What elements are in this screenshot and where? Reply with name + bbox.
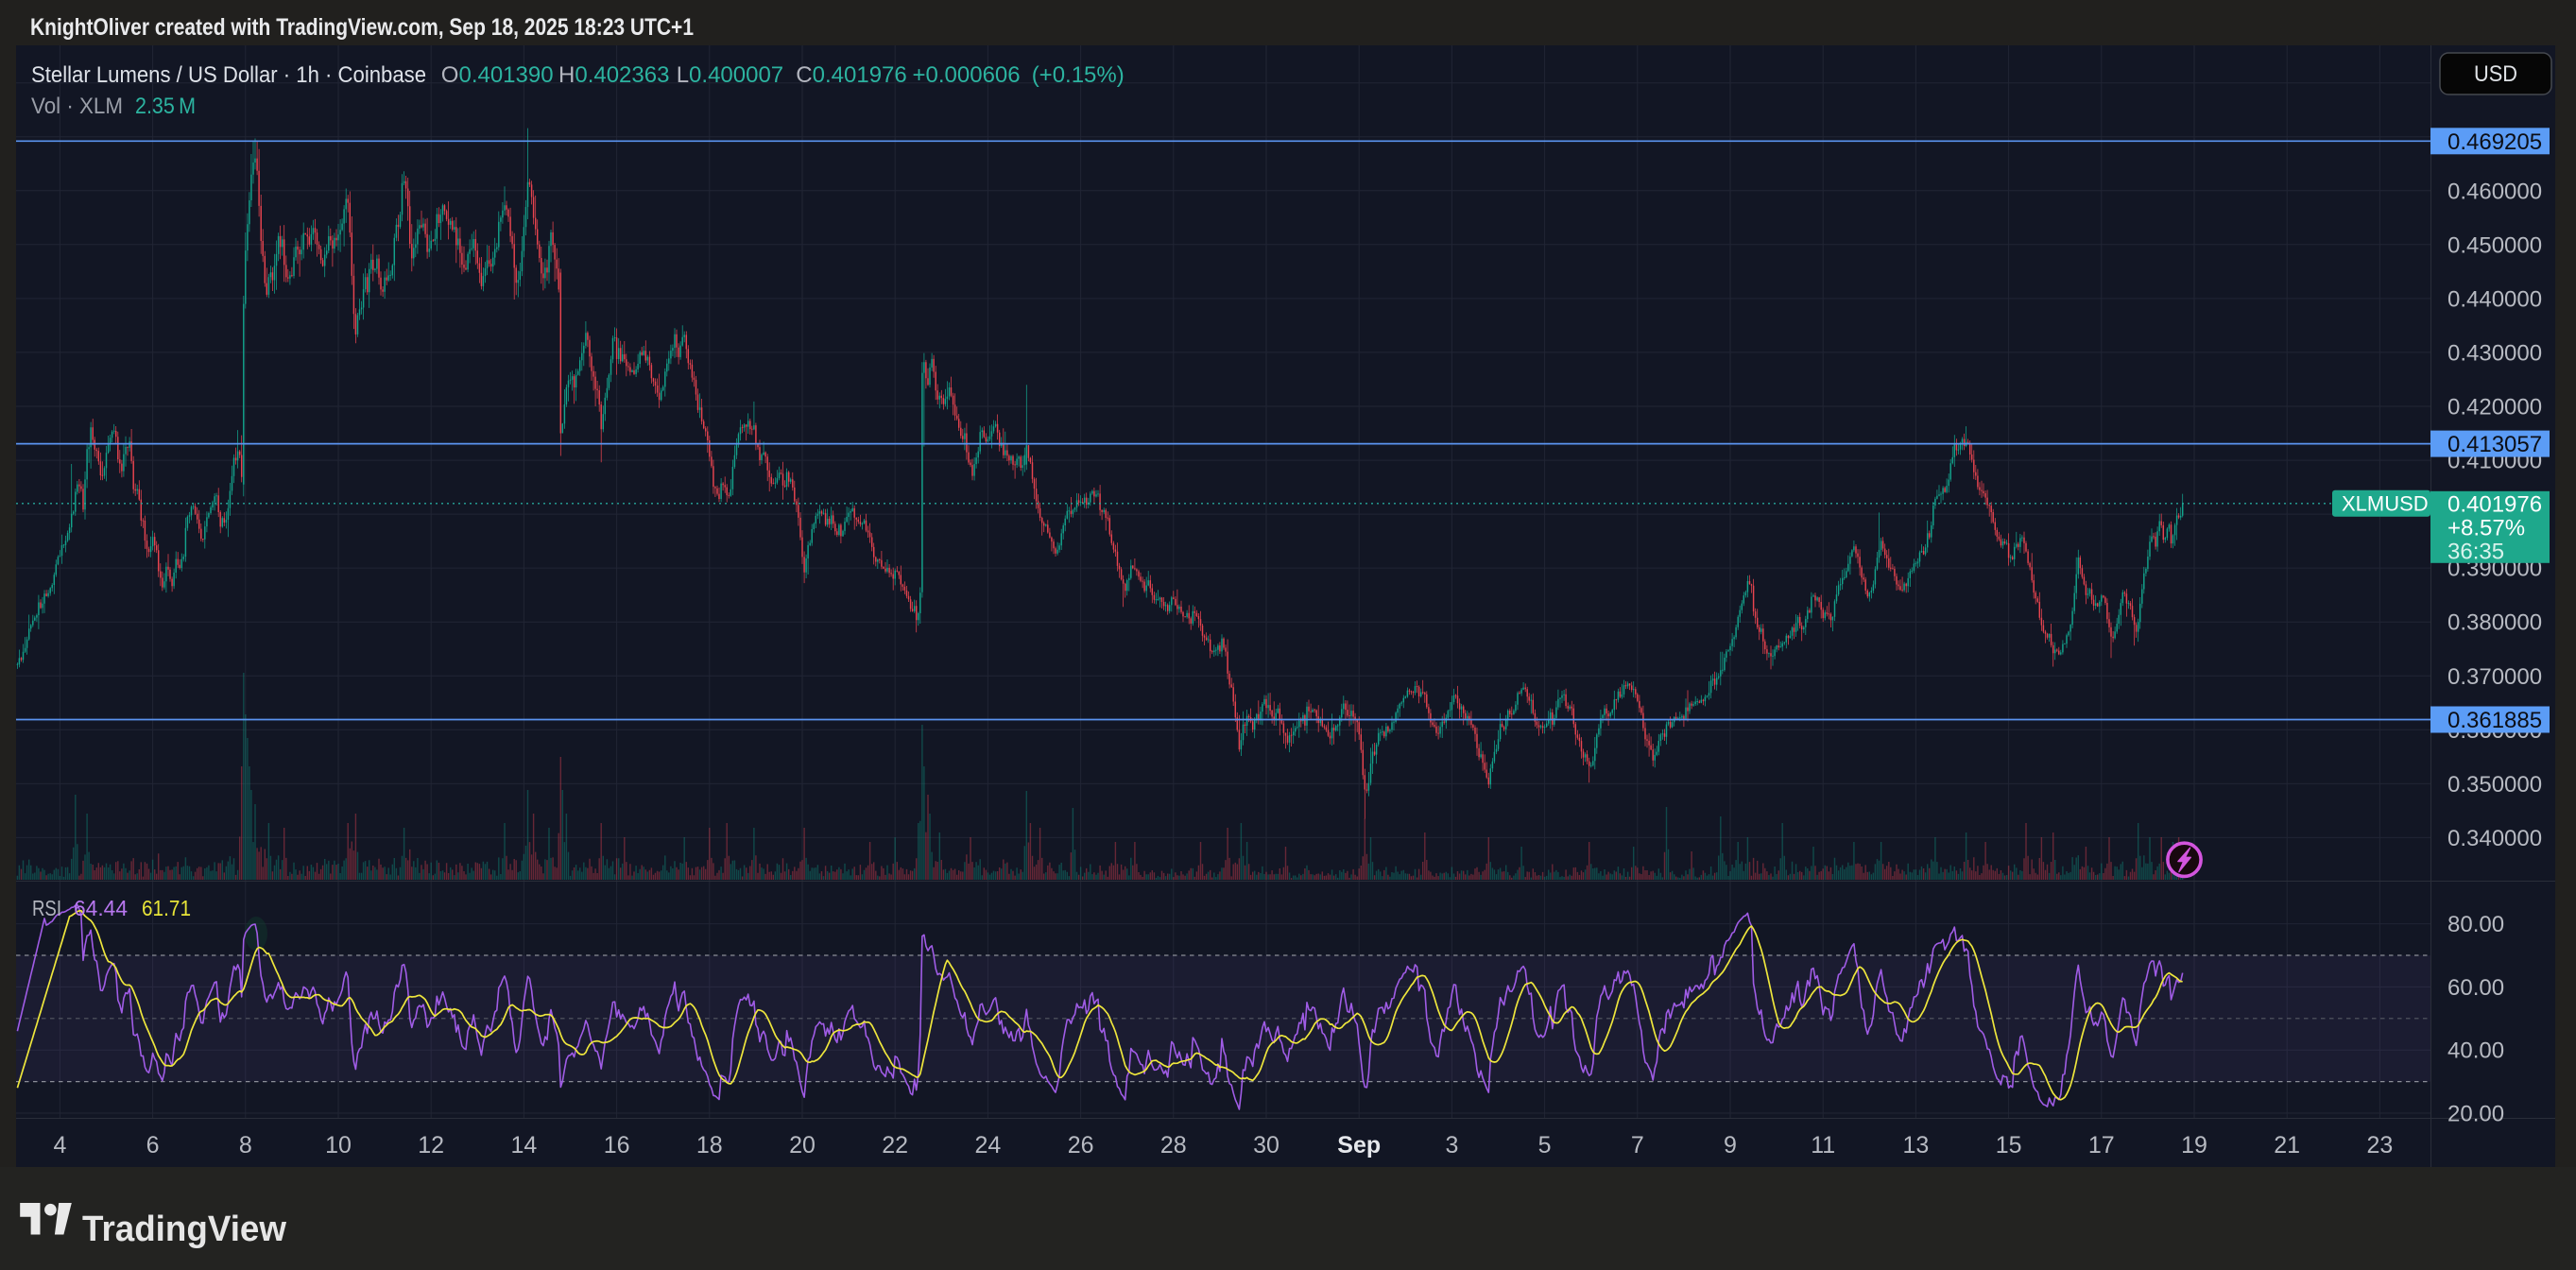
svg-text:0.413057: 0.413057 [2447, 432, 2542, 457]
svg-text:13: 13 [1902, 1132, 1929, 1158]
svg-text:26: 26 [1068, 1132, 1094, 1158]
svg-text:7: 7 [1631, 1132, 1644, 1158]
svg-text:USD: USD [2474, 61, 2517, 87]
svg-text:0.340000: 0.340000 [2447, 826, 2542, 851]
svg-text:11: 11 [1811, 1132, 1835, 1158]
svg-text:KnightOliver created with Trad: KnightOliver created with TradingView.co… [30, 14, 694, 41]
svg-text:0.460000: 0.460000 [2447, 179, 2542, 204]
svg-text:17: 17 [2088, 1132, 2115, 1158]
svg-text:19: 19 [2181, 1132, 2207, 1158]
svg-text:15: 15 [1996, 1132, 2022, 1158]
svg-text:L0.400007: L0.400007 [677, 62, 783, 88]
svg-text:2.35 M: 2.35 M [135, 94, 196, 119]
svg-text:20: 20 [789, 1132, 816, 1158]
svg-text:64.44: 64.44 [74, 896, 128, 920]
svg-text:12: 12 [418, 1132, 444, 1158]
svg-text:+8.57%: +8.57% [2447, 515, 2525, 541]
svg-text:0.370000: 0.370000 [2447, 664, 2542, 690]
svg-text:(+0.15%): (+0.15%) [1032, 62, 1125, 88]
svg-text:14: 14 [510, 1132, 537, 1158]
svg-text:6: 6 [146, 1132, 160, 1158]
svg-text:0.430000: 0.430000 [2447, 340, 2542, 366]
svg-text:80.00: 80.00 [2447, 912, 2504, 937]
svg-text:24: 24 [974, 1132, 1001, 1158]
svg-text:61.71: 61.71 [142, 896, 191, 920]
svg-text:36:35: 36:35 [2447, 539, 2504, 564]
svg-text:0.440000: 0.440000 [2447, 286, 2542, 312]
svg-text:0.401976: 0.401976 [2447, 491, 2542, 517]
svg-text:0.469205: 0.469205 [2447, 129, 2542, 155]
svg-text:9: 9 [1724, 1132, 1737, 1158]
svg-text:0.380000: 0.380000 [2447, 610, 2542, 636]
svg-text:+0.000606: +0.000606 [913, 62, 1021, 88]
svg-text:C0.401976: C0.401976 [796, 62, 906, 88]
svg-text:O0.401390: O0.401390 [441, 62, 554, 88]
svg-text:TradingView: TradingView [82, 1210, 286, 1249]
svg-text:10: 10 [325, 1132, 352, 1158]
svg-text:Sep: Sep [1337, 1132, 1381, 1158]
svg-text:22: 22 [882, 1132, 908, 1158]
svg-text:4: 4 [53, 1132, 66, 1158]
svg-text:0.350000: 0.350000 [2447, 772, 2542, 798]
svg-text:40.00: 40.00 [2447, 1038, 2504, 1064]
svg-text:3: 3 [1445, 1132, 1458, 1158]
svg-text:0.420000: 0.420000 [2447, 395, 2542, 420]
svg-text:21: 21 [2274, 1132, 2300, 1158]
svg-text:30: 30 [1253, 1132, 1279, 1158]
svg-text:0.361885: 0.361885 [2447, 708, 2542, 733]
svg-text:20.00: 20.00 [2447, 1102, 2504, 1127]
svg-text:5: 5 [1538, 1132, 1552, 1158]
svg-text:18: 18 [696, 1132, 723, 1158]
svg-text:23: 23 [2366, 1132, 2393, 1158]
svg-text:16: 16 [604, 1132, 630, 1158]
svg-text:28: 28 [1160, 1132, 1187, 1158]
svg-text:RSI: RSI [32, 896, 61, 920]
svg-text:XLMUSD: XLMUSD [2342, 491, 2429, 515]
svg-text:0.450000: 0.450000 [2447, 232, 2542, 258]
svg-text:Stellar Lumens / US Dollar · 1: Stellar Lumens / US Dollar · 1h · Coinba… [31, 62, 426, 88]
svg-text:60.00: 60.00 [2447, 975, 2504, 1001]
svg-text:Vol · XLM: Vol · XLM [31, 94, 123, 119]
svg-text:H0.402363: H0.402363 [558, 62, 669, 88]
svg-text:8: 8 [239, 1132, 252, 1158]
